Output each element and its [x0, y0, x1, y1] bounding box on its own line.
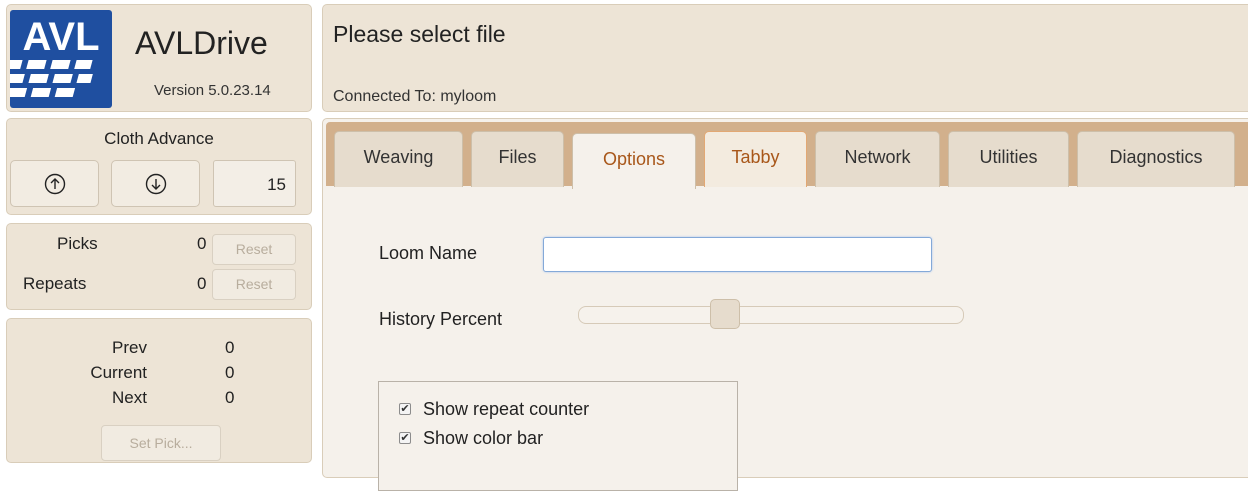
tab-network[interactable]: Network — [815, 131, 940, 187]
pick-panel: Prev 0 Current 0 Next 0 Set Pick... — [6, 318, 312, 463]
loom-name-label: Loom Name — [379, 243, 478, 263]
picks-reset-button[interactable]: Reset — [212, 234, 296, 265]
loom-name-input[interactable] — [543, 237, 932, 272]
show-color-bar-label: Show color bar — [423, 427, 544, 448]
repeats-reset-button[interactable]: Reset — [212, 269, 296, 300]
counters-panel: Picks 0 Reset Repeats 0 Reset — [6, 223, 312, 310]
tab-diagnostics[interactable]: Diagnostics — [1077, 131, 1235, 187]
app-name: AVLDrive — [135, 25, 268, 61]
next-label: Next — [112, 388, 147, 407]
repeats-label: Repeats — [23, 274, 87, 293]
app-version: Version 5.0.23.14 — [154, 82, 271, 99]
show-repeat-counter-label: Show repeat counter — [423, 398, 590, 419]
checkbox-checked-icon[interactable]: ✔ — [399, 403, 411, 415]
current-value: 0 — [225, 363, 235, 382]
cloth-advance-value[interactable]: 15 — [213, 160, 296, 207]
tab-bar: Weaving Files Options Tabby Network Util… — [326, 122, 1248, 189]
advance-up-button[interactable] — [10, 160, 99, 207]
cloth-advance-title: Cloth Advance — [104, 129, 214, 148]
arrow-down-circle-icon — [145, 173, 166, 194]
history-percent-label: History Percent — [379, 309, 503, 329]
logo-text: AVL — [22, 15, 99, 59]
page-title: Please select file — [333, 21, 506, 47]
prev-label: Prev — [112, 338, 147, 357]
next-value: 0 — [225, 388, 235, 407]
connection-status: Connected To: myloom — [333, 88, 497, 105]
prev-value: 0 — [225, 338, 235, 357]
picks-label: Picks — [57, 234, 98, 253]
tab-container: Weaving Files Options Tabby Network Util… — [322, 118, 1248, 491]
tab-tabby[interactable]: Tabby — [704, 131, 807, 187]
tab-weaving[interactable]: Weaving — [334, 131, 463, 187]
tab-utilities[interactable]: Utilities — [948, 131, 1069, 187]
avl-logo-icon: AVL — [10, 10, 112, 108]
advance-down-button[interactable] — [111, 160, 200, 207]
display-options-group: ✔ Show repeat counter ✔ Show color bar — [378, 381, 738, 491]
history-percent-slider[interactable] — [578, 299, 964, 329]
header-panel: Please select file Connected To: myloom — [322, 4, 1248, 112]
cloth-advance-panel: Cloth Advance 15 — [6, 118, 312, 215]
set-pick-button[interactable]: Set Pick... — [101, 425, 221, 461]
tab-options[interactable]: Options — [572, 133, 696, 189]
checkbox-checked-icon[interactable]: ✔ — [399, 432, 411, 444]
picks-value: 0 — [197, 234, 207, 253]
repeats-value: 0 — [197, 274, 207, 293]
logo-panel: AVL AVLDrive Version 5.0.23.14 — [6, 4, 312, 112]
tab-files[interactable]: Files — [471, 131, 564, 187]
arrow-up-circle-icon — [44, 173, 65, 194]
current-label: Current — [90, 363, 147, 382]
show-color-bar-checkbox[interactable]: ✔ Show color bar — [399, 427, 543, 449]
show-repeat-counter-checkbox[interactable]: ✔ Show repeat counter — [399, 398, 589, 420]
slider-handle[interactable] — [709, 299, 740, 329]
